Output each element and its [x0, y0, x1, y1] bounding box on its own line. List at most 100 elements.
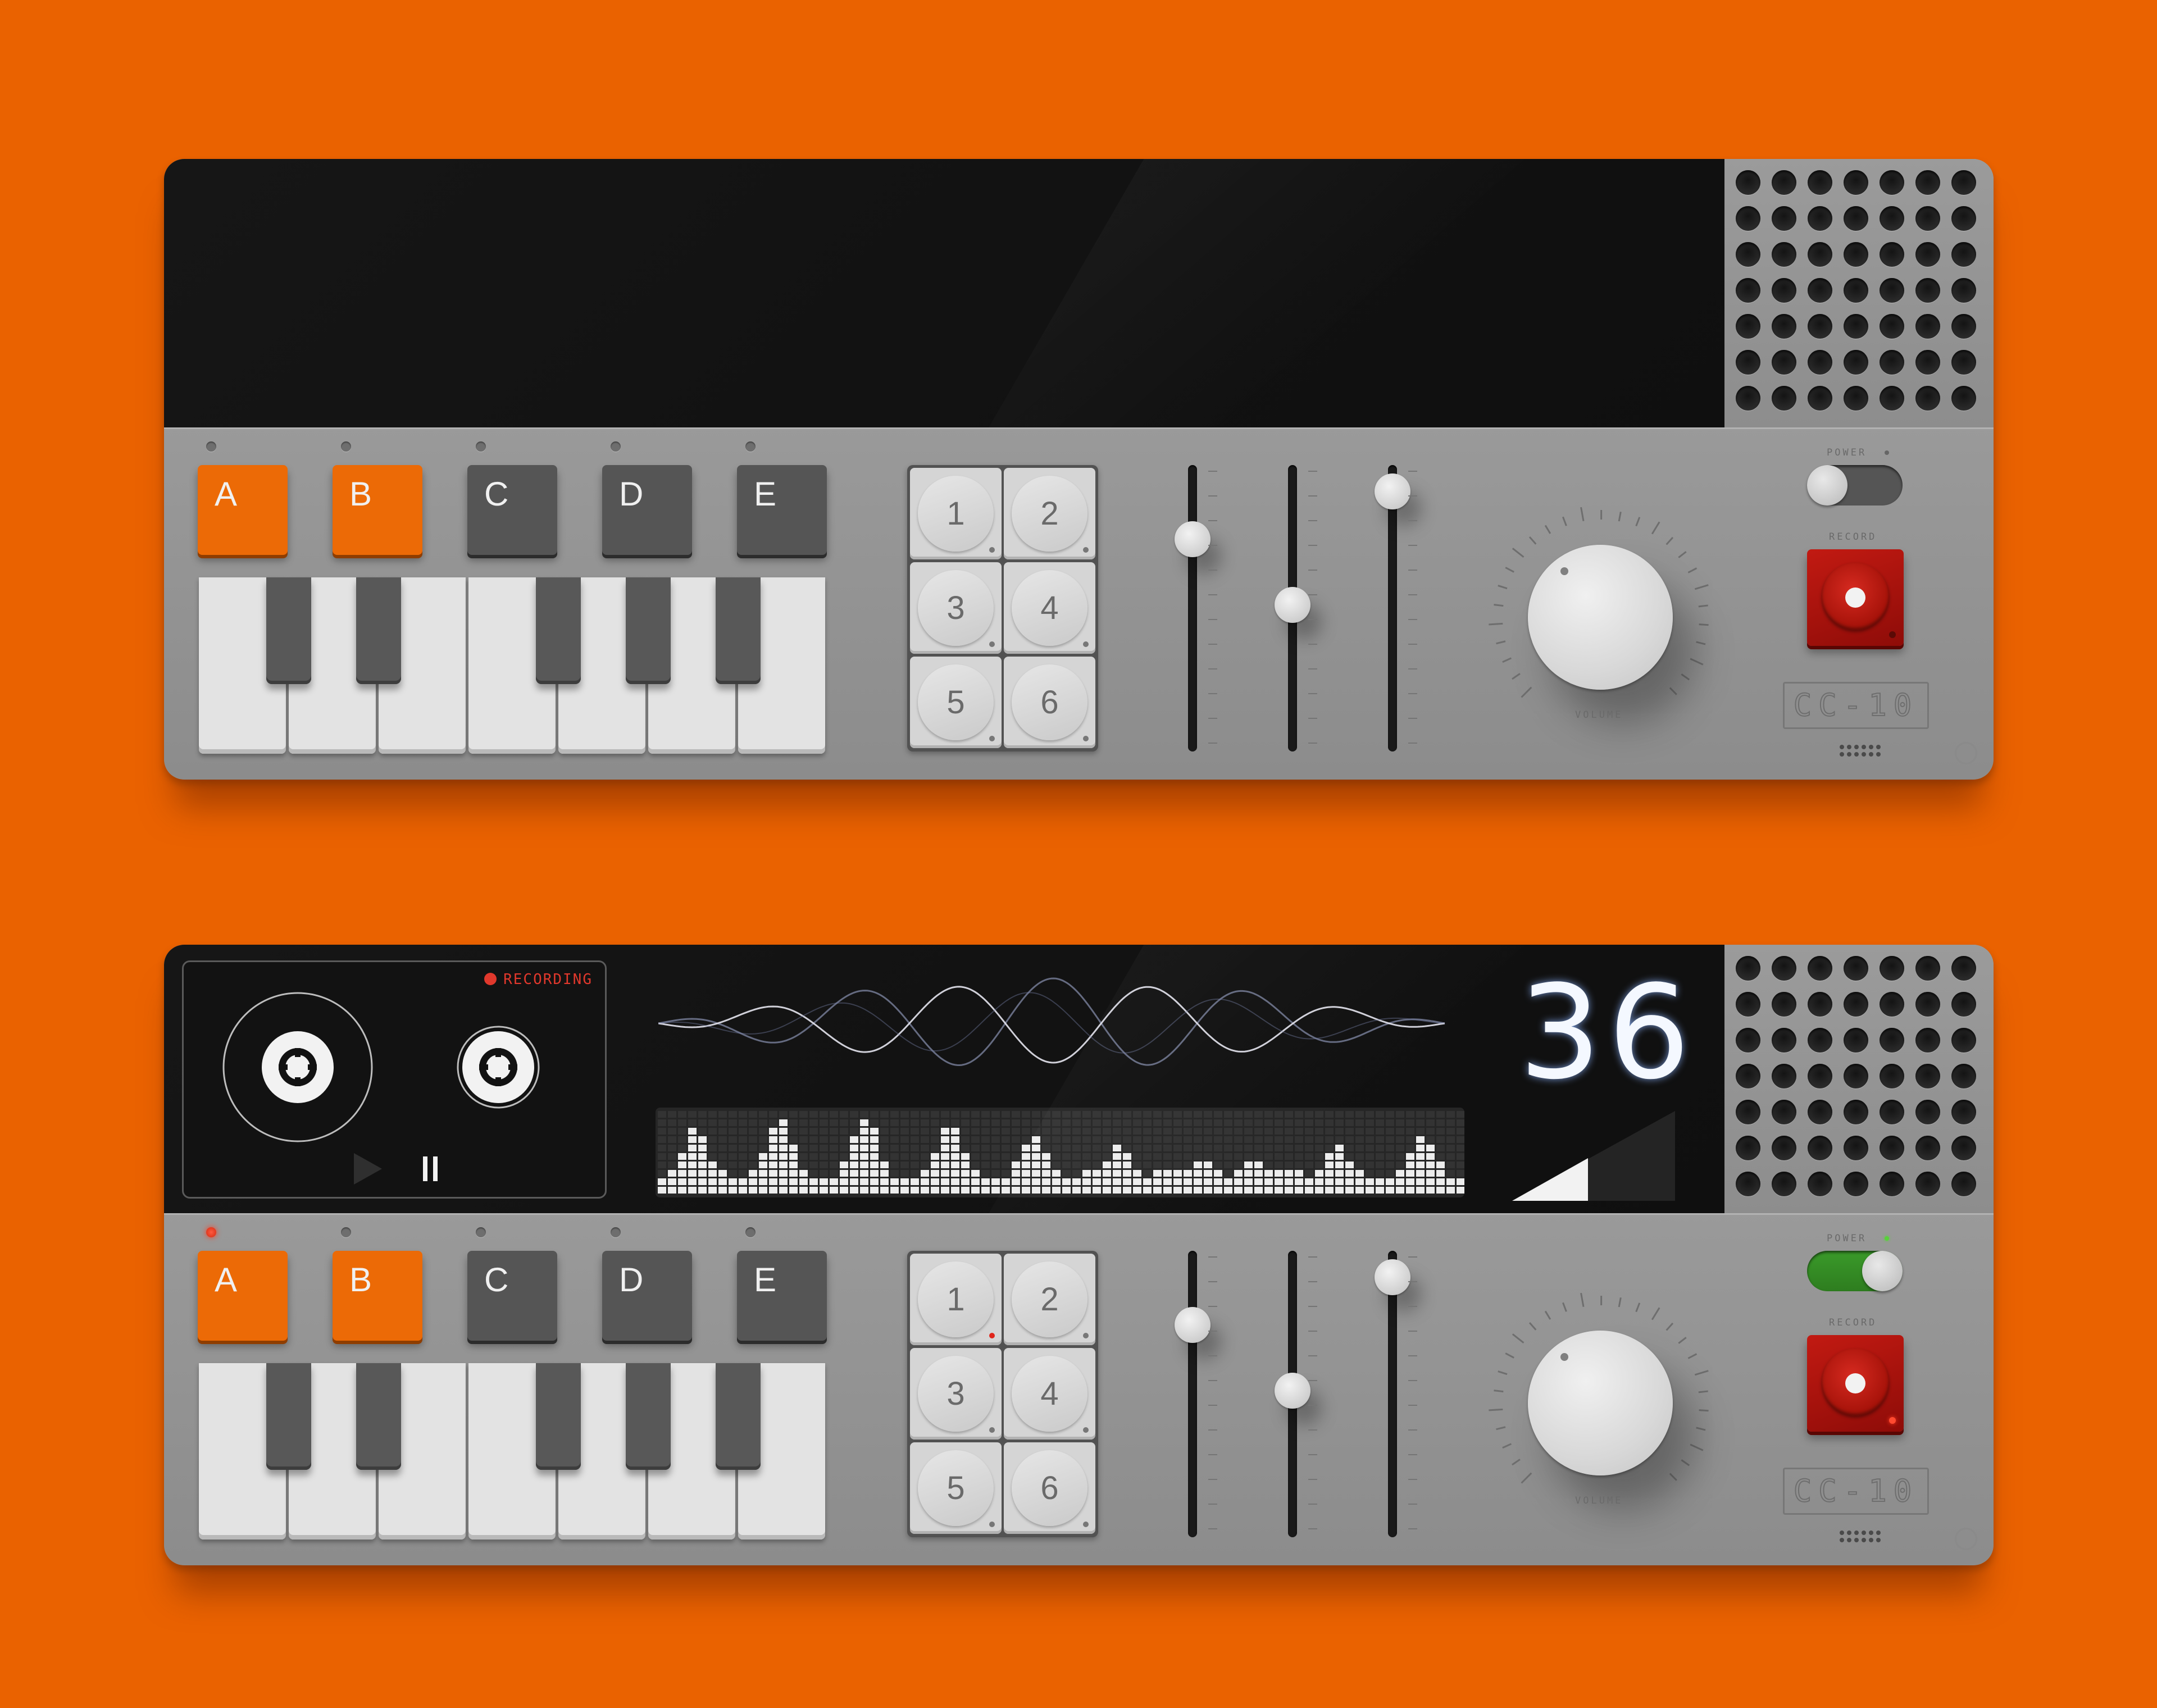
spectrum-cell [739, 1170, 747, 1177]
fader-1-handle[interactable] [1175, 1307, 1211, 1343]
display-screen-off [164, 159, 1724, 427]
drum-pad-1[interactable]: 1 [910, 1254, 1002, 1345]
spectrum-cell [921, 1187, 929, 1194]
volume-tick [1512, 673, 1521, 680]
spectrum-cell [1173, 1153, 1182, 1160]
spectrum-cell [931, 1111, 939, 1118]
speaker-hole [1808, 242, 1832, 267]
spectrum-cell [1305, 1187, 1313, 1194]
spectrum-cell [1194, 1111, 1202, 1118]
pad-indicator [989, 1522, 995, 1527]
track-key-d[interactable]: D [602, 1251, 692, 1341]
drum-pad-4[interactable]: 4 [1004, 562, 1095, 654]
drum-pad-6[interactable]: 6 [1004, 657, 1095, 748]
track-key-e[interactable]: E [737, 465, 827, 555]
volume-tick [1512, 1333, 1525, 1343]
spectrum-cell [1406, 1153, 1414, 1160]
track-key-c[interactable]: C [467, 465, 557, 555]
spectrum-cell [1224, 1128, 1232, 1135]
spectrum-cell [1457, 1162, 1464, 1168]
spectrum-cell [880, 1111, 889, 1118]
piano-black-key[interactable] [536, 577, 581, 684]
speaker-hole [1951, 314, 1976, 339]
track-key-e[interactable]: E [737, 1251, 827, 1341]
spectrum-cell [941, 1153, 949, 1160]
fader-2-handle[interactable] [1275, 587, 1310, 623]
fader-tick [1408, 1281, 1417, 1282]
spectrum-cell [1173, 1111, 1182, 1118]
spectrum-cell [1214, 1136, 1222, 1143]
spectrum-cell [1376, 1128, 1384, 1135]
spectrum-cell [1194, 1136, 1202, 1143]
track-key-b[interactable]: B [333, 465, 422, 555]
piano-black-key[interactable] [266, 1363, 311, 1470]
spectrum-cell [1416, 1136, 1425, 1143]
volume-tick [1694, 584, 1709, 590]
track-key-b[interactable]: B [333, 1251, 422, 1341]
spectrum-cell [941, 1119, 949, 1126]
spectrum-cell [1436, 1128, 1445, 1135]
speaker-hole [1772, 992, 1796, 1017]
spectrum-cell [1457, 1153, 1464, 1160]
drum-pad-4[interactable]: 4 [1004, 1348, 1095, 1440]
record-button[interactable] [1807, 1335, 1904, 1432]
track-key-d[interactable]: D [602, 465, 692, 555]
record-button[interactable] [1807, 549, 1904, 646]
power-switch[interactable] [1807, 465, 1903, 505]
spectrum-cell [769, 1111, 777, 1118]
power-switch[interactable] [1807, 1251, 1903, 1291]
fader-tick [1308, 545, 1317, 546]
fader-tick [1208, 718, 1217, 719]
drum-pad-3[interactable]: 3 [910, 562, 1002, 654]
spectrum-cell [850, 1187, 858, 1194]
spectrum-cell [1143, 1136, 1152, 1143]
spectrum-cell [1325, 1178, 1334, 1185]
drum-pad-3[interactable]: 3 [910, 1348, 1002, 1440]
volume-knob[interactable] [1528, 545, 1673, 690]
piano-black-key[interactable] [536, 1363, 581, 1470]
drum-pad-5[interactable]: 5 [910, 1442, 1002, 1534]
spectrum-cell [1254, 1170, 1263, 1177]
piano-black-key[interactable] [716, 577, 761, 684]
track-key-c[interactable]: C [467, 1251, 557, 1341]
drum-pad-2[interactable]: 2 [1004, 468, 1095, 559]
piano-black-key[interactable] [626, 577, 671, 684]
spectrum-cell [850, 1111, 858, 1118]
fader-tick [1408, 1454, 1417, 1455]
drum-pad-6[interactable]: 6 [1004, 1442, 1095, 1534]
spectrum-cell [820, 1170, 828, 1177]
fader-3-handle[interactable] [1375, 473, 1410, 509]
drum-pad-5[interactable]: 5 [910, 657, 1002, 748]
fader-tick [1208, 644, 1217, 645]
play-icon[interactable] [351, 1152, 385, 1186]
drum-pad-2[interactable]: 2 [1004, 1254, 1095, 1345]
spectrum-cell [1436, 1162, 1445, 1168]
piano-black-key[interactable] [266, 577, 311, 684]
spectrum-cell [1234, 1136, 1243, 1143]
fader-3-handle[interactable] [1375, 1259, 1410, 1295]
fader-tick [1208, 1256, 1217, 1258]
speaker-hole [1915, 314, 1940, 339]
spectrum-cell [981, 1119, 990, 1126]
fader-tick [1208, 1306, 1217, 1307]
speaker-hole [1951, 350, 1976, 375]
track-key-a[interactable]: A [198, 465, 288, 555]
piano-black-key[interactable] [356, 577, 401, 684]
drum-pad-1[interactable]: 1 [910, 468, 1002, 559]
fader-tick [1308, 495, 1317, 497]
spectrum-cell [1123, 1162, 1131, 1168]
pause-icon[interactable] [420, 1152, 442, 1186]
piano-black-key[interactable] [716, 1363, 761, 1470]
track-key-a[interactable]: A [198, 1251, 288, 1341]
volume-tick [1681, 1459, 1690, 1466]
speaker-hole [1915, 1028, 1940, 1053]
fader-tick [1208, 1405, 1217, 1406]
volume-knob[interactable] [1528, 1331, 1673, 1475]
speaker-hole [1772, 170, 1796, 195]
piano-black-key[interactable] [626, 1363, 671, 1470]
volume-tick [1528, 536, 1537, 545]
spectrum-cell [1386, 1136, 1394, 1143]
fader-1-handle[interactable] [1175, 521, 1211, 557]
piano-black-key[interactable] [356, 1363, 401, 1470]
fader-2-handle[interactable] [1275, 1373, 1310, 1409]
